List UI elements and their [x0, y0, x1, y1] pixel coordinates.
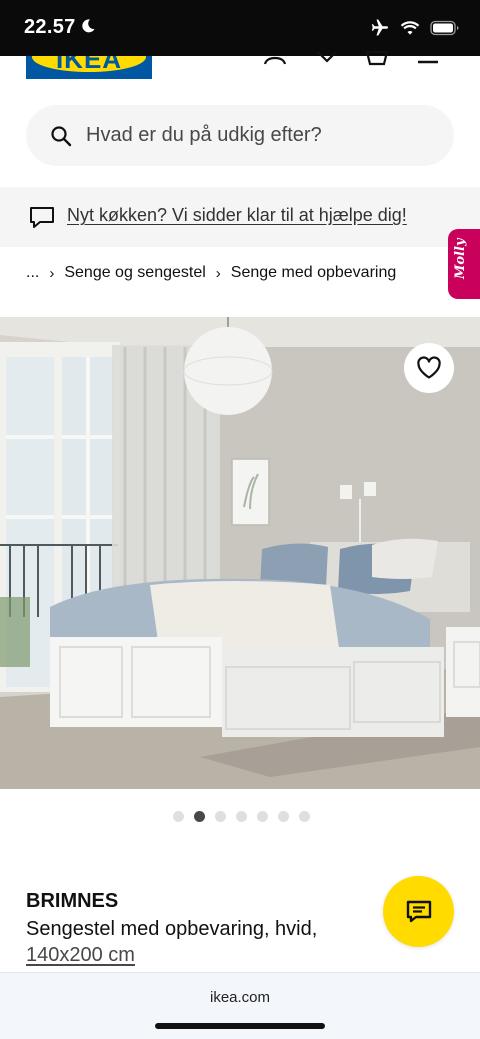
product-name: BRIMNES: [26, 890, 119, 912]
search-icon[interactable]: [50, 125, 72, 147]
bedroom-photo: [0, 317, 480, 789]
promo-link[interactable]: Nyt køkken? Vi sidder klar til at hjælpe…: [67, 205, 407, 226]
status-time: 22.57: [24, 16, 76, 38]
product-image[interactable]: [0, 317, 480, 789]
product-description-text: Sengestel med opbevaring, hvid,: [26, 918, 318, 940]
breadcrumb: ... › Senge og sengestel › Senge med opb…: [26, 264, 396, 282]
url-text[interactable]: ikea.com: [0, 989, 480, 1006]
header-icons: [262, 50, 442, 66]
gallery-dot[interactable]: [257, 811, 268, 822]
logo-text: IKEA: [55, 56, 123, 74]
heart-icon[interactable]: [314, 48, 340, 66]
moon-icon: [82, 19, 95, 33]
breadcrumb-separator: ›: [49, 264, 55, 282]
search-input[interactable]: [86, 105, 436, 166]
promo-banner: Nyt køkken? Vi sidder klar til at hjælpe…: [0, 187, 480, 247]
breadcrumb-item-senge-og-sengestel[interactable]: Senge og sengestel: [64, 264, 205, 282]
chat-button[interactable]: [383, 876, 454, 947]
breadcrumb-ellipsis[interactable]: ...: [26, 264, 39, 282]
molly-tab[interactable]: Molly: [448, 229, 480, 299]
gallery-dot[interactable]: [299, 811, 310, 822]
bag-icon[interactable]: [364, 48, 390, 66]
molly-label: Molly: [453, 238, 468, 280]
status-bar: 22.57: [0, 0, 480, 56]
home-indicator[interactable]: [155, 1023, 325, 1029]
gallery-dot[interactable]: [173, 811, 184, 822]
gallery-pagination: [173, 811, 310, 822]
user-icon[interactable]: [262, 48, 288, 66]
breadcrumb-item-senge-med-opbevaring[interactable]: Senge med opbevaring: [231, 264, 396, 282]
search-bar[interactable]: [26, 105, 454, 166]
heart-icon: [417, 356, 441, 379]
gallery-dot[interactable]: [215, 811, 226, 822]
chat-icon: [406, 900, 431, 922]
gallery-dot[interactable]: [194, 811, 205, 822]
breadcrumb-separator: ›: [215, 264, 221, 282]
wifi-icon: [400, 21, 420, 35]
battery-icon: [430, 20, 459, 36]
product-size-link[interactable]: 140x200 cm: [26, 944, 135, 966]
chat-bubble-icon: [30, 207, 54, 228]
gallery-dot[interactable]: [236, 811, 247, 822]
product-description: Sengestel med opbevaring, hvid, 140x200 …: [26, 916, 396, 968]
menu-icon[interactable]: [415, 48, 441, 66]
airplane-icon: [371, 19, 388, 36]
gallery-dot[interactable]: [278, 811, 289, 822]
ikea-logo[interactable]: IKEA: [26, 56, 152, 79]
add-to-wishlist-button[interactable]: [404, 343, 454, 393]
